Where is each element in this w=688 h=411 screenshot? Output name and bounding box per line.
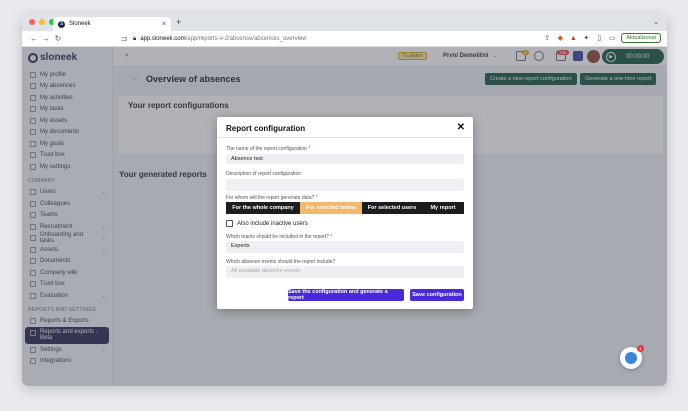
favicon-icon: S [58, 20, 65, 28]
extensions-area: ⇪ ◆ ▲ ✦ ▯ ▭ Aktualizovat [543, 33, 661, 43]
option-selected-users[interactable]: For selected users [362, 202, 422, 214]
update-button[interactable]: Aktualizovat [621, 33, 661, 43]
tab-list-chevron-icon[interactable]: ⌄ [653, 18, 659, 26]
forward-arrow-icon[interactable]: → [40, 34, 52, 43]
minimize-window-button[interactable] [39, 19, 45, 25]
whom-label: For whom will the report generate data? … [226, 195, 318, 201]
share-icon[interactable]: ⇪ [543, 34, 551, 42]
name-field[interactable]: Absence test [226, 154, 464, 164]
address-bar-row: ← → ↻ ⊐ 🔒︎ app.sloneek.com/app/reports-v… [22, 31, 667, 47]
chat-bubble-icon [625, 352, 637, 364]
chat-badge: 1 [637, 345, 644, 352]
puzzle-icon[interactable]: ✦ [582, 34, 590, 42]
name-label: The name of the report configuration * [226, 146, 311, 152]
inactive-users-label: Also include inactive users [237, 220, 308, 227]
wallet-icon[interactable]: ▭ [608, 34, 616, 42]
teams-label: Which teams should be included in the re… [226, 234, 333, 240]
warning-icon[interactable]: ▲ [569, 34, 577, 42]
back-arrow-icon[interactable]: ← [28, 34, 40, 43]
url-field[interactable]: 🔒︎ app.sloneek.com/app/reports-v-2/absen… [133, 33, 511, 45]
url-host: app.sloneek.com [140, 36, 186, 42]
url-path: /app/reports-v-2/absence/absences_overvi… [185, 36, 307, 42]
new-tab-button[interactable]: + [176, 17, 181, 27]
option-selected-teams[interactable]: For selected teams [300, 202, 362, 214]
option-whole-company[interactable]: For the whole company [226, 202, 300, 214]
description-field[interactable] [226, 179, 464, 191]
modal-title: Report configuration [226, 124, 306, 133]
inactive-users-checkbox[interactable] [226, 220, 233, 227]
description-label: Description of report configuration [226, 171, 302, 177]
shield-icon[interactable]: ◆ [556, 34, 564, 42]
browser-tab[interactable]: S Sloneek × [53, 17, 171, 31]
report-configuration-modal: Report configuration ✕ The name of the r… [217, 117, 473, 309]
close-tab-icon[interactable]: × [162, 21, 166, 28]
reload-icon[interactable]: ↻ [52, 34, 64, 43]
divider [217, 137, 473, 138]
chat-widget-button[interactable]: 1 [620, 345, 644, 369]
sidebar-toggle-icon[interactable]: ▯ [595, 34, 603, 42]
inactive-users-row[interactable]: Also include inactive users [226, 220, 308, 227]
option-my-report[interactable]: My report [422, 202, 464, 214]
bookmark-icon[interactable]: ⊐ [118, 34, 130, 43]
teams-select[interactable]: Experts [226, 241, 464, 253]
save-configuration-button[interactable]: Save configuration [410, 289, 464, 301]
close-window-button[interactable] [29, 19, 35, 25]
save-and-generate-button[interactable]: Save the configuration and generate a re… [288, 289, 404, 301]
lock-icon: 🔒︎ [133, 35, 137, 42]
tab-bar: S Sloneek × + ⌄ [22, 14, 667, 31]
tab-title: Sloneek [69, 21, 91, 27]
events-label: Which absence events should the report i… [226, 259, 336, 265]
browser-window: S Sloneek × + ⌄ ← → ↻ ⊐ 🔒︎ app.sloneek.c… [22, 14, 667, 386]
window-controls [29, 19, 55, 25]
report-scope-selector: For the whole company For selected teams… [226, 202, 464, 214]
close-icon[interactable]: ✕ [457, 122, 465, 133]
events-select[interactable]: All available absence events [226, 266, 464, 278]
